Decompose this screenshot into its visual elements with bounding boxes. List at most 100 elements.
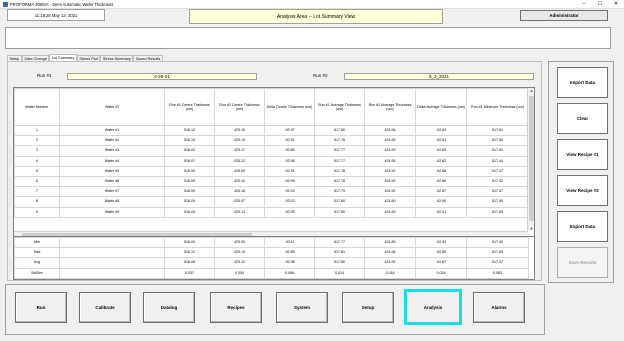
thickness-cell[interactable]: -92.85 (264, 145, 315, 157)
wafer-number-cell[interactable]: 8 (14, 196, 60, 208)
nav-datalog-button[interactable]: Datalog (143, 292, 195, 323)
wafer-number-cell[interactable]: 9 (14, 206, 60, 218)
wafer-number-cell[interactable]: 5 (14, 165, 60, 177)
wafer-number-cell[interactable]: 2 (14, 135, 60, 147)
vertical-scrollbar[interactable]: ▲ ▼ (527, 88, 534, 231)
thickness-cell[interactable]: -92.81 (415, 135, 467, 147)
thickness-cell[interactable]: -92.83 (415, 124, 467, 137)
thickness-cell[interactable]: 518.10 (164, 135, 215, 147)
wafer-id-cell[interactable]: Wafer #1 (59, 124, 165, 137)
thickness-cell[interactable]: 425.07 (214, 196, 265, 208)
thickness-cell[interactable]: 424.95 (364, 135, 416, 147)
col-header-wafer-number[interactable]: Wafer Number (14, 88, 60, 126)
scroll-thumb[interactable] (529, 96, 534, 221)
thickness-cell[interactable]: 518.00 (164, 165, 215, 177)
wafer-id-cell[interactable]: Wafer #5 (59, 165, 165, 177)
col-header-delta-centre[interactable]: Delta Centre Thickness (um) (264, 88, 315, 126)
thickness-cell[interactable]: 518.09 (164, 175, 215, 188)
thickness-cell[interactable]: -92.82 (415, 155, 467, 167)
nav-setup-button[interactable]: Setup (342, 292, 394, 323)
thickness-cell[interactable]: -92.93 (264, 186, 315, 198)
table-row[interactable]: 2 Wafer #2 518.10 425.19 -92.91 517.76 424.95-… (14, 135, 529, 147)
thickness-cell[interactable]: 424.90 (364, 206, 416, 218)
thickness-cell[interactable]: 517.77 (314, 155, 365, 167)
thickness-cell[interactable]: 424.92 (364, 175, 416, 188)
thickness-cell[interactable]: 518.12 (164, 124, 215, 137)
thickness-cell[interactable]: 425.12 (214, 155, 265, 167)
thickness-cell[interactable]: 517.47 (466, 165, 529, 177)
export-data-button[interactable]: Export Data (557, 211, 608, 242)
thickness-cell[interactable]: 425.09 (214, 165, 265, 177)
thickness-cell[interactable]: 517.42 (466, 175, 529, 188)
thickness-cell[interactable]: -92.97 (264, 124, 315, 137)
nav-alarms-button[interactable]: Alarms (473, 292, 525, 323)
wafer-number-cell[interactable]: 1 (14, 124, 60, 137)
wafer-number-cell[interactable]: 3 (14, 145, 60, 157)
nav-recipes-button[interactable]: Recipes (210, 292, 262, 323)
table-row[interactable]: 6 Wafer #6 518.09 425.10 -92.99 517.78 424.92-… (14, 175, 529, 188)
thickness-cell[interactable]: -92.90 (415, 196, 467, 208)
tab-lot-summary[interactable]: Lot Summary (49, 54, 77, 61)
thickness-cell[interactable]: -92.95 (264, 206, 315, 218)
thickness-cell[interactable]: 424.96 (364, 124, 416, 137)
thickness-cell[interactable]: -93.02 (264, 196, 315, 208)
wafer-number-cell[interactable]: 6 (14, 175, 60, 188)
thickness-cell[interactable]: 517.80 (314, 124, 365, 137)
thickness-cell[interactable]: 517.78 (314, 175, 365, 188)
thickness-cell[interactable]: 424.93 (364, 145, 416, 157)
wafer-id-cell[interactable]: Wafer #4 (59, 155, 165, 167)
col-header-run2-average[interactable]: Run #2 Average Thickness (um) (364, 88, 416, 126)
wafer-id-cell[interactable]: Wafer #2 (59, 135, 165, 147)
nav-system-button[interactable]: System (276, 292, 328, 323)
thickness-cell[interactable]: 517.61 (466, 124, 529, 137)
col-header-delta-average[interactable]: Delta Average Thickness (um) (415, 88, 467, 126)
thickness-cell[interactable]: 517.77 (314, 145, 365, 157)
thickness-cell[interactable]: 425.19 (214, 135, 265, 147)
col-header-run1-average[interactable]: Run #1 Average Thickness (um) (314, 88, 365, 126)
thickness-cell[interactable]: 425.15 (214, 124, 265, 137)
col-header-wafer-id[interactable]: Wafer ID (59, 88, 165, 126)
thickness-cell[interactable]: 517.78 (314, 165, 365, 177)
thickness-cell[interactable]: 517.79 (314, 186, 365, 198)
table-row[interactable]: 3 Wafer #3 518.02 425.17 -92.85 517.77 424.93-… (14, 145, 529, 157)
table-row[interactable]: 7 Wafer #7 518.09 425.16 -92.93 517.79 424.92-… (14, 186, 529, 198)
col-header-run1-centre[interactable]: Run #1 Centre Thickness (um) (164, 88, 215, 126)
thickness-cell[interactable]: 424.90 (364, 196, 416, 208)
thickness-cell[interactable]: 517.60 (466, 145, 529, 157)
thickness-cell[interactable]: 517.76 (314, 135, 365, 147)
nav-run-button[interactable]: Run (15, 292, 67, 323)
thickness-cell[interactable]: 518.07 (164, 155, 215, 167)
thickness-cell[interactable]: 517.44 (466, 155, 529, 167)
table-row[interactable]: 9 Wafer #9 518.09 425.14 -92.95 517.80 424.90-… (14, 206, 529, 218)
minimize-icon[interactable]: – (576, 0, 592, 9)
nav-analysis-button[interactable]: Analysis (404, 289, 462, 325)
maximize-icon[interactable]: ☐ (592, 0, 608, 9)
save-results-button[interactable]: Save Results (557, 247, 608, 278)
thickness-cell[interactable]: 425.14 (214, 206, 265, 218)
table-row[interactable]: 1 Wafer #1 518.12 425.15 -92.97 517.80 424.96-… (14, 124, 529, 137)
thickness-cell[interactable]: 424.95 (364, 155, 416, 167)
thickness-cell[interactable]: -92.91 (264, 165, 315, 177)
administrator-button[interactable]: Administrator (520, 10, 608, 21)
wafer-id-cell[interactable]: Wafer #7 (59, 186, 165, 198)
thickness-cell[interactable]: 518.09 (164, 206, 215, 218)
table-row[interactable]: 8 Wafer #8 518.09 425.07 -93.02 517.80 424.90-… (14, 196, 529, 208)
thickness-cell[interactable]: -92.86 (415, 175, 467, 188)
close-icon[interactable]: ✕ (608, 0, 624, 9)
wafer-id-cell[interactable]: Wafer #8 (59, 196, 165, 208)
nav-calibrate-button[interactable]: Calibrate (79, 292, 131, 323)
lot-summary-grid[interactable]: Wafer Number Wafer ID Run #1 Centre Thic… (13, 87, 535, 237)
scroll-down-icon[interactable]: ▼ (528, 226, 535, 231)
thickness-cell[interactable]: -92.95 (264, 155, 315, 167)
import-data-button[interactable]: Import Data (557, 67, 608, 98)
col-header-run1-minimum[interactable]: Run #1 Minimum Thickness (um) (466, 88, 529, 126)
thickness-cell[interactable]: -92.84 (415, 145, 467, 157)
thickness-cell[interactable]: -92.99 (264, 175, 315, 188)
thickness-cell[interactable]: 517.49 (466, 196, 529, 208)
thickness-cell[interactable]: 425.10 (214, 175, 265, 188)
view-recipe-1-button[interactable]: View Recipe #1 (557, 139, 608, 170)
thickness-cell[interactable]: 517.47 (466, 186, 529, 198)
thickness-cell[interactable]: -92.86 (415, 165, 467, 177)
thickness-cell[interactable]: 518.02 (164, 145, 215, 157)
wafer-id-cell[interactable]: Wafer #3 (59, 145, 165, 157)
